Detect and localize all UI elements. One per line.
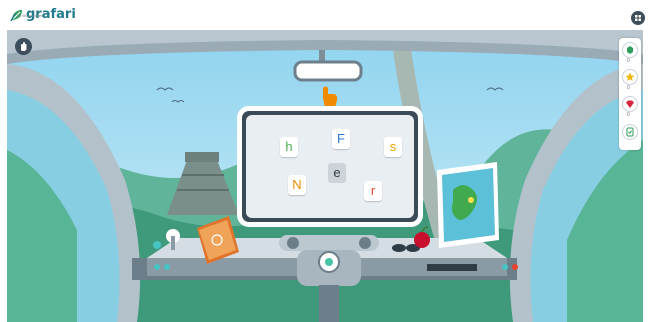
- checklist-button[interactable]: [622, 124, 638, 140]
- star-counter-button[interactable]: [622, 69, 638, 85]
- top-bar: grafari by Brainwaves: [0, 0, 650, 30]
- logo-subtitle: by Brainwaves: [17, 13, 44, 18]
- star-count: 0: [627, 85, 630, 91]
- map-item[interactable]: [437, 162, 499, 248]
- cockpit-scene: 0 0 0 h F s e N r: [7, 30, 643, 322]
- gem-count: 0: [627, 112, 630, 118]
- badge-counter-button[interactable]: [622, 42, 638, 58]
- letter-tile-h[interactable]: h: [280, 137, 298, 157]
- badge-icon: [627, 46, 633, 54]
- letter-tile-F[interactable]: F: [332, 129, 350, 149]
- letter-monitor: h F s e N r: [237, 106, 423, 227]
- star-icon: [625, 72, 635, 81]
- rewards-panel: 0 0 0: [619, 38, 641, 150]
- gem-counter-button[interactable]: [622, 96, 638, 112]
- badge-count: 0: [627, 58, 630, 64]
- letter-tile-e[interactable]: e: [328, 163, 346, 183]
- checklist-icon: [626, 127, 634, 137]
- letter-tile-r[interactable]: r: [364, 181, 382, 201]
- letter-tile-s[interactable]: s: [384, 137, 402, 157]
- letter-tile-N[interactable]: N: [288, 175, 306, 195]
- grid-icon: [635, 15, 641, 21]
- hint-hand-button[interactable]: [15, 38, 32, 55]
- hand-icon: [21, 42, 27, 51]
- gem-icon: [626, 100, 634, 108]
- apps-grid-button[interactable]: [631, 11, 645, 25]
- monitor-screen: h F s e N r: [246, 115, 414, 218]
